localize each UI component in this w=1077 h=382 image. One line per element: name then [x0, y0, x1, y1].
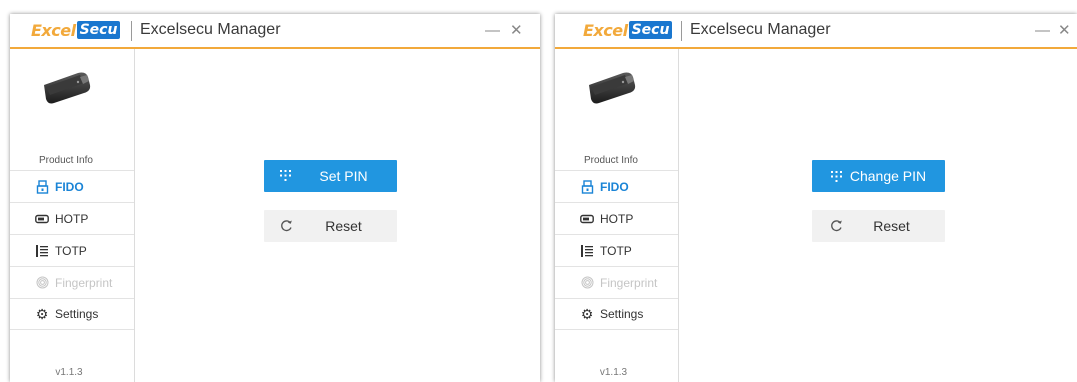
sidebar-item-totp[interactable]: TOTP [10, 234, 134, 266]
change-pin-button[interactable]: Change PIN [812, 160, 945, 192]
sidebar-item-label: HOTP [55, 211, 89, 226]
sidebar-item-label: Fingerprint [600, 275, 658, 290]
title-bar[interactable]: Excel Secu Excelsecu Manager — ✕ [555, 14, 1077, 49]
sidebar-item-fido[interactable]: FIDO [555, 170, 678, 202]
refresh-icon [280, 219, 293, 232]
fingerprint-icon [580, 276, 594, 290]
set-pin-label: Set PIN [319, 168, 368, 184]
product-info-link[interactable]: Product Info [10, 155, 134, 166]
sidebar-item-label: Settings [600, 307, 644, 321]
hotp-token-icon [580, 212, 594, 226]
sidebar-item-label: TOTP [600, 243, 632, 258]
close-button[interactable]: ✕ [510, 23, 523, 38]
fido-key-icon [580, 179, 594, 194]
sidebar-item-label: TOTP [55, 243, 87, 258]
hotp-token-icon [35, 212, 49, 226]
sidebar-item-settings[interactable]: ⚙ Settings [10, 298, 134, 330]
title-divider [131, 21, 132, 41]
sidebar-item-label: Fingerprint [55, 275, 113, 290]
sidebar: Product Info FIDO HOTP TOTP Fingerprint … [10, 49, 135, 382]
version-label: v1.1.3 [599, 367, 628, 378]
sidebar-item-settings[interactable]: ⚙ Settings [555, 298, 678, 330]
close-button[interactable]: ✕ [1058, 23, 1071, 38]
minimize-button[interactable]: — [1035, 23, 1050, 38]
gear-icon: ⚙ [35, 306, 49, 322]
sidebar-item-label: HOTP [600, 211, 634, 226]
title-bar[interactable]: Excel Secu Excelsecu Manager — ✕ [10, 14, 540, 49]
gear-icon: ⚙ [580, 306, 594, 322]
fingerprint-icon [35, 276, 49, 290]
sidebar-item-fingerprint: Fingerprint [10, 266, 134, 298]
sidebar-item-label: Settings [55, 307, 99, 321]
excelsecu-logo: Excel Secu [583, 20, 673, 40]
product-info-link[interactable]: Product Info [555, 155, 678, 166]
manager-window-left: Excel Secu Excelsecu Manager — ✕ Product … [10, 14, 540, 382]
window-title: Excelsecu Manager [140, 21, 281, 38]
usb-key-device-image [585, 63, 637, 111]
fido-key-icon [35, 179, 49, 194]
sidebar-item-totp[interactable]: TOTP [555, 234, 678, 266]
sidebar: Product Info FIDO HOTP TOTP Fingerprint … [555, 49, 679, 382]
sidebar-nav: FIDO HOTP TOTP Fingerprint ⚙ Settings [555, 170, 678, 330]
sidebar-item-fingerprint: Fingerprint [555, 266, 678, 298]
title-divider [681, 21, 682, 41]
totp-list-icon [35, 244, 49, 258]
reset-label: Reset [325, 218, 362, 234]
sidebar-item-hotp[interactable]: HOTP [555, 202, 678, 234]
keypad-icon [280, 170, 291, 181]
version-label: v1.1.3 [55, 367, 83, 378]
set-pin-button[interactable]: Set PIN [264, 160, 397, 192]
reset-button[interactable]: Reset [264, 210, 397, 242]
reset-button[interactable]: Reset [812, 210, 945, 242]
keypad-icon [830, 170, 842, 182]
window-title: Excelsecu Manager [690, 21, 831, 38]
sidebar-item-label: FIDO [600, 179, 629, 194]
sidebar-item-label: FIDO [55, 179, 84, 194]
sidebar-item-hotp[interactable]: HOTP [10, 202, 134, 234]
totp-list-icon [580, 244, 594, 258]
usb-key-device-image [40, 63, 92, 111]
manager-window-right: Excel Secu Excelsecu Manager — ✕ Product … [555, 14, 1077, 382]
sidebar-nav: FIDO HOTP TOTP Fingerprint ⚙ Settings [10, 170, 134, 330]
excelsecu-logo: Excel Secu [31, 20, 121, 40]
refresh-icon [830, 219, 843, 232]
reset-label: Reset [873, 218, 910, 234]
sidebar-item-fido[interactable]: FIDO [10, 170, 134, 202]
minimize-button[interactable]: — [485, 23, 500, 38]
change-pin-label: Change PIN [849, 168, 927, 184]
